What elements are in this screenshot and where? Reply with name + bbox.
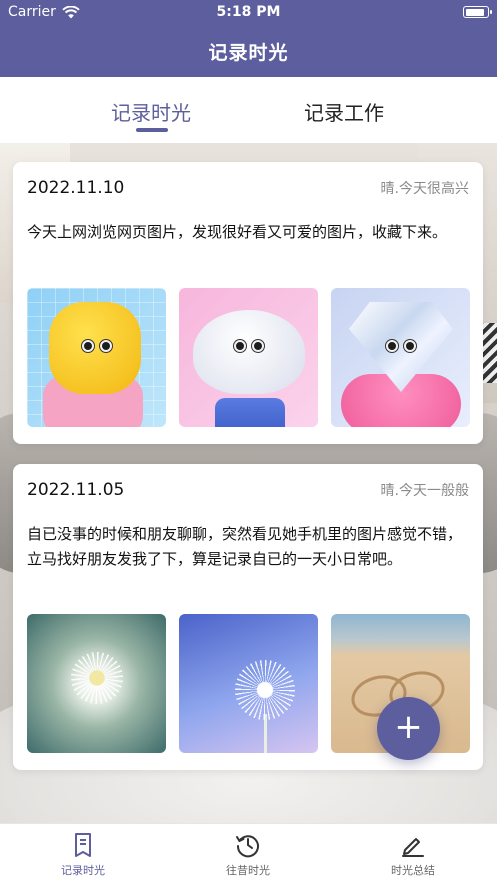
photo-dandelion-blue-sky[interactable] xyxy=(179,614,318,753)
entry-text: 今天上网浏览网页图片，发现很好看又可爱的图片，收藏下来。 xyxy=(27,223,448,241)
figure-face xyxy=(81,340,112,352)
add-entry-button[interactable]: + xyxy=(377,697,440,760)
tabbar-item-summary[interactable]: 时光总结 xyxy=(353,832,473,878)
status-bar: Carrier 5:18 PM xyxy=(0,0,497,26)
active-tab-indicator xyxy=(136,128,168,132)
entry-photos xyxy=(27,288,470,427)
entry-text: 自已没事的时候和朋友聊聊，突然看见她手机里的图片感觉不错，立马找好朋友发我了下，… xyxy=(27,525,463,568)
entry-mood: 晴.今天很高兴 xyxy=(380,181,469,197)
top-bar: Carrier 5:18 PM 记录时光 xyxy=(0,0,497,77)
photo-dandelion-close-up[interactable] xyxy=(27,614,166,753)
figure-head xyxy=(193,310,305,394)
photo-flower-character[interactable] xyxy=(27,288,166,427)
entry-date: 2022.11.10 xyxy=(27,178,125,198)
page-title: 记录时光 xyxy=(208,42,289,64)
entry-card[interactable]: 2022.11.10 晴.今天很高兴 今天上网浏览网页图片，发现很好看又可爱的图… xyxy=(13,162,483,444)
battery-fill xyxy=(465,8,484,16)
tabbar-item-record-time[interactable]: 记录时光 xyxy=(23,832,143,878)
tab-record-time[interactable]: 记录时光 xyxy=(111,97,191,126)
photo-diamond-character[interactable] xyxy=(331,288,470,427)
battery-icon xyxy=(463,6,492,18)
tab-record-work[interactable]: 记录工作 xyxy=(304,97,384,126)
photo-cloud-character[interactable] xyxy=(179,288,318,427)
tabbar-item-past-time[interactable]: 往昔时光 xyxy=(188,832,308,878)
history-clock-icon xyxy=(188,832,308,858)
segment-control: 记录时光 记录工作 xyxy=(0,77,497,143)
entry-date: 2022.11.05 xyxy=(27,480,125,500)
figure-face xyxy=(233,340,264,352)
figure-face xyxy=(385,340,416,352)
tabbar-label: 记录时光 xyxy=(61,864,105,877)
figure-body xyxy=(215,398,285,427)
status-time: 5:18 PM xyxy=(216,4,281,20)
tabbar-label: 往昔时光 xyxy=(226,864,270,877)
pencil-icon xyxy=(353,832,473,858)
bottom-tab-bar: 记录时光 往昔时光 时光总结 xyxy=(0,823,497,883)
tabbar-label: 时光总结 xyxy=(391,864,435,877)
notebook-icon xyxy=(23,832,143,858)
entry-mood: 晴.今天一般般 xyxy=(380,483,469,499)
